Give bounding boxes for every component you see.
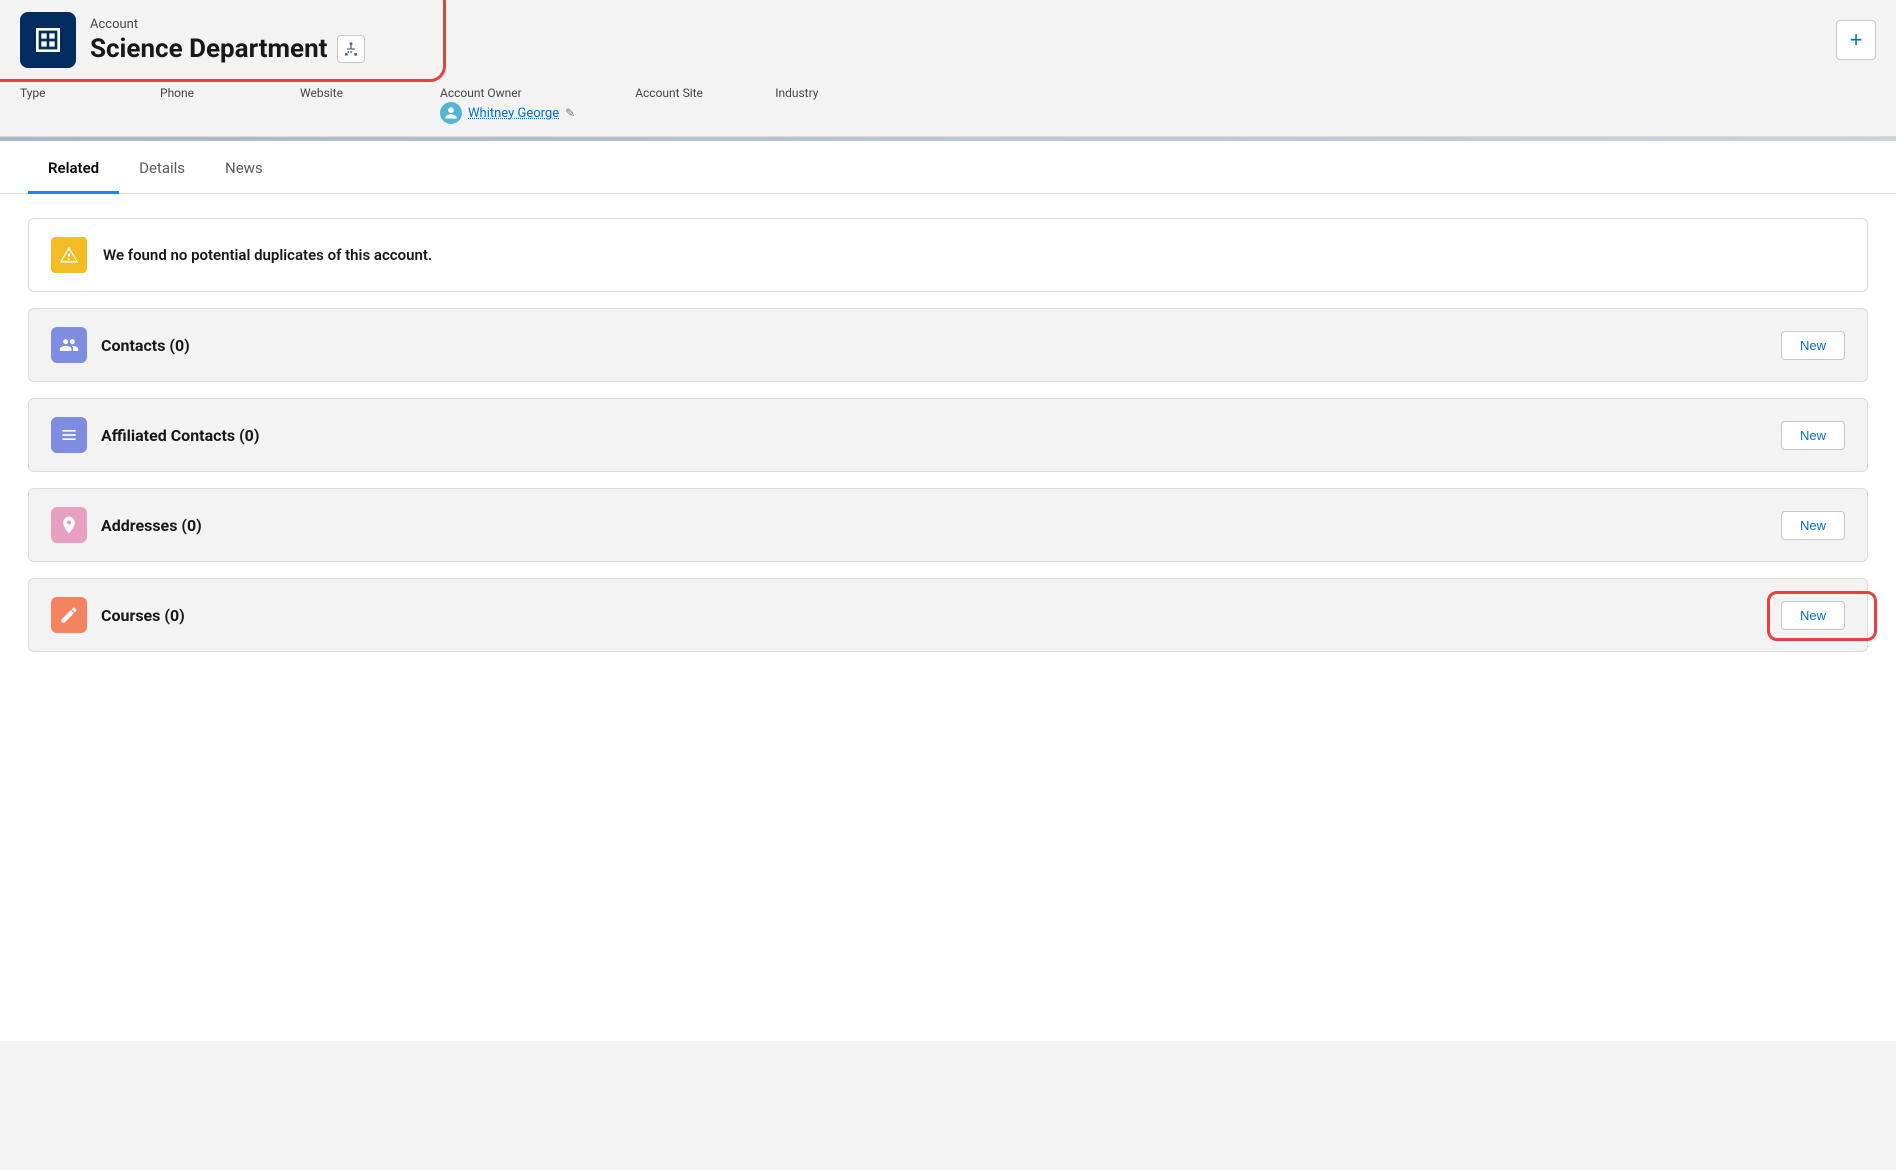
affiliated-icon [51, 417, 87, 453]
type-label: Type [20, 86, 100, 100]
addresses-section-left: Addresses (0) [51, 507, 202, 543]
addresses-svg-icon [59, 515, 79, 535]
addresses-section: Addresses (0) New [28, 488, 1868, 562]
header-meta: Type Phone Website Account Owner Whitney… [20, 78, 1876, 136]
courses-title: Courses (0) [101, 606, 185, 625]
type-field: Type [20, 86, 100, 102]
courses-section: Courses (0) New [28, 578, 1868, 652]
hierarchy-button[interactable] [337, 35, 365, 63]
phone-label: Phone [160, 86, 240, 100]
account-icon [20, 12, 76, 68]
contacts-new-button[interactable]: New [1781, 331, 1845, 360]
building-icon [32, 24, 64, 56]
contacts-svg-icon [59, 335, 79, 355]
account-owner-label: Account Owner [440, 86, 575, 100]
tab-related[interactable]: Related [28, 141, 119, 194]
courses-btn-wrapper: New [1781, 601, 1845, 630]
industry-label: Industry [775, 86, 855, 100]
tabs-bar: Related Details News [0, 141, 1896, 194]
account-owner-field: Account Owner Whitney George ✎ [440, 86, 575, 124]
account-site-label: Account Site [635, 86, 715, 100]
affiliated-contacts-section: Affiliated Contacts (0) New [28, 398, 1868, 472]
person-icon [444, 106, 458, 120]
page-header: Account Science Department + Type Phone [0, 0, 1896, 137]
notice-text: We found no potential duplicates of this… [103, 246, 432, 264]
addresses-new-button[interactable]: New [1781, 511, 1845, 540]
account-name: Science Department [90, 34, 327, 64]
courses-section-left: Courses (0) [51, 597, 185, 633]
hierarchy-icon [343, 41, 359, 57]
account-identity: Account Science Department [20, 12, 365, 68]
owner-name-link[interactable]: Whitney George [468, 106, 559, 121]
account-icon-wrapper [20, 12, 76, 68]
related-content-area: We found no potential duplicates of this… [0, 194, 1896, 676]
affiliated-new-button[interactable]: New [1781, 421, 1845, 450]
affiliated-title: Affiliated Contacts (0) [101, 426, 259, 445]
affiliated-section-left: Affiliated Contacts (0) [51, 417, 259, 453]
owner-avatar [440, 102, 462, 124]
addresses-icon [51, 507, 87, 543]
contacts-icon [51, 327, 87, 363]
add-button[interactable]: + [1836, 20, 1876, 60]
warning-icon [59, 245, 79, 265]
affiliated-svg-icon [59, 425, 79, 445]
owner-edit-icon: ✎ [565, 106, 575, 120]
account-object-label: Account [90, 17, 365, 32]
owner-value-row: Whitney George ✎ [440, 102, 575, 124]
courses-new-button[interactable]: New [1781, 601, 1845, 630]
industry-field: Industry [775, 86, 855, 102]
notice-icon [51, 237, 87, 273]
phone-field: Phone [160, 86, 240, 102]
contacts-section-left: Contacts (0) [51, 327, 190, 363]
website-label: Website [300, 86, 380, 100]
courses-svg-icon [59, 605, 79, 625]
account-site-field: Account Site [635, 86, 715, 102]
account-title-area: Account Science Department [90, 17, 365, 64]
website-field: Website [300, 86, 380, 102]
courses-icon [51, 597, 87, 633]
contacts-section: Contacts (0) New [28, 308, 1868, 382]
main-content: Related Details News We found no potenti… [0, 141, 1896, 1041]
duplicate-notice: We found no potential duplicates of this… [28, 218, 1868, 292]
contacts-title: Contacts (0) [101, 336, 190, 355]
tab-news[interactable]: News [205, 141, 283, 194]
addresses-title: Addresses (0) [101, 516, 202, 535]
tab-details[interactable]: Details [119, 141, 205, 194]
